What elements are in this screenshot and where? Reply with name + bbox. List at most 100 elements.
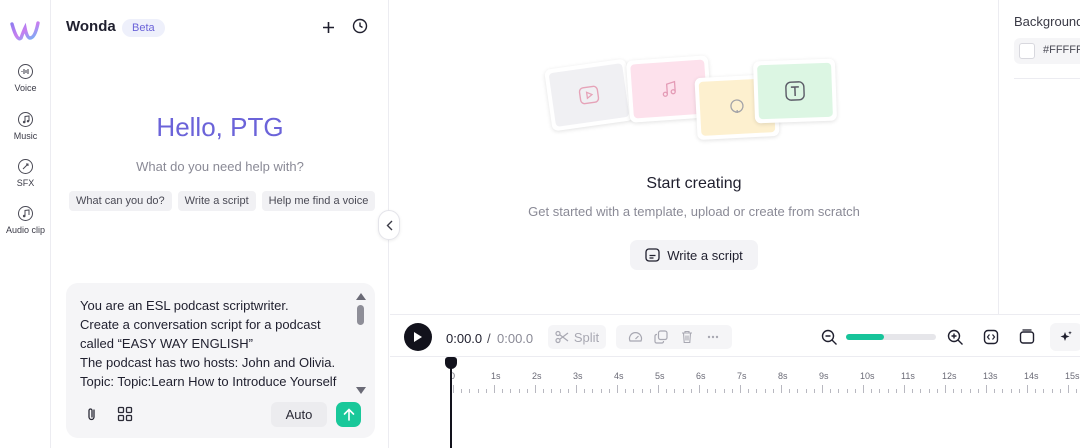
- ruler-tick: [846, 389, 848, 393]
- timeline-ruler[interactable]: 0 1s 2s 3s 4s 5s 6s 7s 8s 9s 10s 11s 12s 13s 14s 15s: [390, 358, 1080, 398]
- ruler-tick: [731, 389, 733, 393]
- play-button[interactable]: [404, 323, 432, 351]
- ruler-tick: [1035, 389, 1037, 393]
- audio-clip-icon: [18, 206, 33, 221]
- ruler-tick: [994, 389, 996, 393]
- ruler-tick: [928, 389, 930, 393]
- rail-item-music[interactable]: Music: [0, 112, 51, 141]
- ruler-tick-label: 11s: [901, 371, 915, 381]
- duplicate-button[interactable]: [652, 328, 670, 346]
- ruler-tick: [756, 389, 758, 393]
- arrow-up-icon: [343, 408, 354, 421]
- suggestion-chips: What can you do? Write a script Help me …: [69, 191, 376, 211]
- send-button[interactable]: [336, 402, 361, 427]
- timeline: 0:00.0 / 0:00.0 Split 0 1s 2s 3s 4s 5s 6…: [390, 314, 1080, 448]
- ruler-tick: [805, 389, 807, 393]
- illustration-card: [752, 58, 838, 124]
- ruler-tick: [887, 389, 889, 393]
- suggestion-find-a-voice[interactable]: Help me find a voice: [261, 191, 376, 211]
- prompt-input[interactable]: You are an ESL podcast scriptwriter. Cre…: [80, 296, 350, 394]
- ruler-tick: [715, 389, 717, 393]
- ruler-tick: [674, 389, 676, 393]
- zoom-out-button[interactable]: [820, 328, 838, 346]
- ruler-tick: [904, 385, 905, 393]
- ruler-tick: [764, 389, 766, 393]
- split-button[interactable]: Split: [548, 325, 606, 349]
- illustration-card: [544, 58, 634, 132]
- ruler-tick: [961, 389, 963, 393]
- rail-item-audio-clip[interactable]: Audio clip: [0, 206, 51, 235]
- speed-button[interactable]: [626, 328, 644, 346]
- ruler-tick: [551, 389, 553, 393]
- ruler-tick: [1027, 385, 1028, 393]
- write-script-button[interactable]: Write a script: [630, 240, 758, 270]
- layout-button[interactable]: [1018, 328, 1036, 346]
- scroll-down-arrow-icon[interactable]: [355, 385, 367, 395]
- message-composer[interactable]: You are an ESL podcast scriptwriter. Cre…: [66, 283, 375, 438]
- ruler-tick: [797, 389, 799, 393]
- attach-button[interactable]: [80, 402, 104, 426]
- ruler-tick: [969, 389, 971, 393]
- collapse-panel-button[interactable]: [378, 210, 400, 240]
- plus-icon: [322, 21, 334, 33]
- ai-assist-button[interactable]: [1050, 323, 1080, 351]
- ruler-tick: [682, 389, 684, 393]
- rail-item-label: Voice: [14, 83, 37, 93]
- suggestion-what-can-you-do[interactable]: What can you do?: [69, 191, 172, 211]
- start-creating-title: Start creating: [646, 175, 742, 192]
- ruler-tick: [559, 389, 561, 393]
- layout-icon: [1019, 329, 1035, 344]
- scroll-up-arrow-icon[interactable]: [355, 291, 367, 301]
- ruler-tick: [1059, 389, 1061, 393]
- new-chat-button[interactable]: [318, 17, 338, 37]
- rail-item-voice[interactable]: Voice: [0, 64, 51, 93]
- delete-button[interactable]: [678, 328, 696, 346]
- fit-icon: [983, 329, 999, 345]
- ruler-tick-label: 2s: [532, 371, 542, 381]
- ruler-tick: [1068, 385, 1069, 393]
- composer-scrollbar[interactable]: [357, 305, 364, 325]
- split-label: Split: [573, 329, 600, 345]
- zoom-slider[interactable]: [846, 334, 936, 340]
- playhead[interactable]: [450, 363, 452, 448]
- ruler-tick: [871, 389, 873, 393]
- background-label: Background: [1014, 14, 1080, 29]
- canvas-area: Start creating Get started with a templa…: [390, 0, 998, 314]
- ruler-tick: [510, 389, 512, 393]
- zoom-in-button[interactable]: [946, 328, 964, 346]
- chevron-left-icon: [386, 220, 392, 230]
- ruler-tick: [469, 389, 471, 393]
- write-script-label: Write a script: [667, 247, 743, 263]
- auto-mode-button[interactable]: Auto: [271, 402, 327, 427]
- ruler-tick: [699, 385, 700, 393]
- ruler-tick: [830, 389, 832, 393]
- paperclip-icon: [88, 408, 95, 421]
- ruler-tick-label: 7s: [737, 371, 747, 381]
- ruler-tick: [526, 389, 528, 393]
- ruler-tick: [461, 389, 463, 393]
- rail-item-sfx[interactable]: SFX: [0, 159, 51, 188]
- start-creating-subtitle: Get started with a template, upload or c…: [528, 204, 860, 219]
- ruler-tick: [723, 389, 725, 393]
- rail-item-label: Audio clip: [5, 225, 46, 235]
- fit-timeline-button[interactable]: [982, 328, 1000, 346]
- background-color-field[interactable]: #FFFFFF: [1014, 38, 1080, 64]
- ruler-tick-label: 4s: [614, 371, 624, 381]
- history-button[interactable]: [350, 16, 370, 36]
- templates-button[interactable]: [113, 402, 137, 426]
- ruler-tick: [1010, 389, 1012, 393]
- greeting-subtitle: What do you need help with?: [136, 159, 304, 174]
- more-options-button[interactable]: [704, 328, 722, 346]
- ruler-tick-label: 13s: [983, 371, 998, 381]
- zoom-out-icon: [821, 329, 837, 345]
- ruler-tick: [1076, 389, 1078, 393]
- wonda-logo-icon[interactable]: [9, 18, 41, 46]
- ruler-tick: [477, 389, 479, 393]
- speedometer-icon: [628, 332, 642, 342]
- ruler-tick: [936, 389, 938, 393]
- ruler-tick: [494, 385, 495, 393]
- suggestion-write-a-script[interactable]: Write a script: [177, 191, 256, 211]
- ruler-tick-label: 5s: [655, 371, 665, 381]
- color-swatch[interactable]: [1019, 43, 1035, 59]
- ruler-tick: [945, 385, 946, 393]
